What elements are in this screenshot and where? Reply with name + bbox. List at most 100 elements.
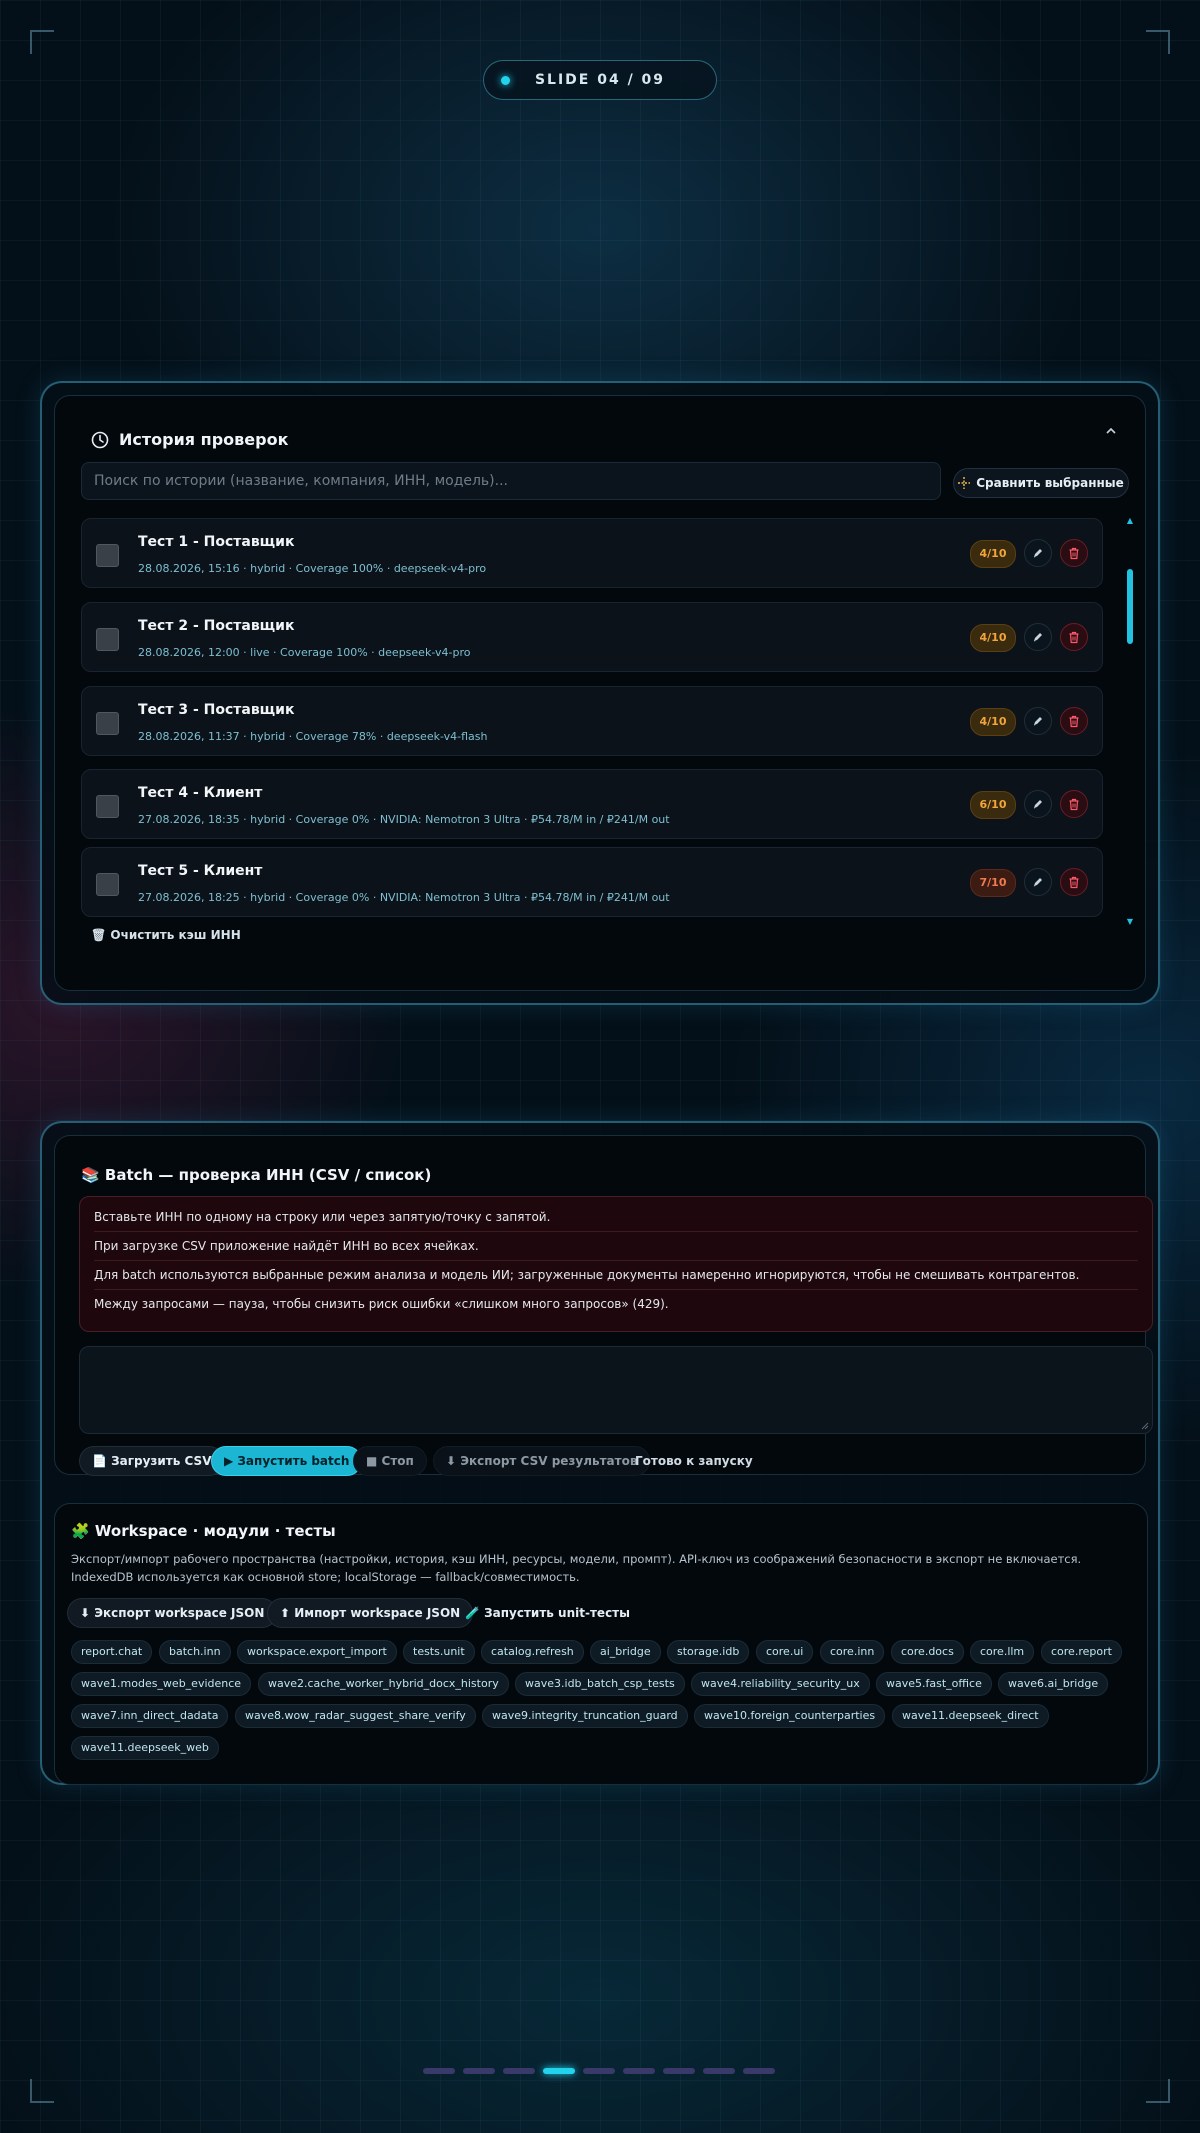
row-checkbox[interactable] xyxy=(96,712,119,735)
pager-dot[interactable] xyxy=(703,2068,735,2074)
history-row[interactable]: Тест 4 - Клиент 27.08.2026, 18:35 · hybri… xyxy=(81,769,1103,839)
batch-panel: 📚 Batch — проверка ИНН (CSV / список) Вс… xyxy=(54,1135,1153,1476)
module-chip: core.docs xyxy=(891,1640,964,1664)
collapse-chevron-icon[interactable] xyxy=(1101,424,1121,444)
pager-dot[interactable] xyxy=(623,2068,655,2074)
tools-card: 📚 Batch — проверка ИНН (CSV / список) Вс… xyxy=(40,1121,1160,1785)
edit-button[interactable] xyxy=(1024,868,1052,896)
row-title: Тест 5 - Клиент xyxy=(138,863,263,879)
row-checkbox[interactable] xyxy=(96,628,119,651)
history-header[interactable]: История проверок xyxy=(91,430,288,449)
pager-dot[interactable] xyxy=(423,2068,455,2074)
upload-csv-button[interactable]: 📄 Загрузить CSV xyxy=(79,1446,225,1476)
history-search-input[interactable] xyxy=(81,462,941,500)
pager-dot[interactable] xyxy=(583,2068,615,2074)
pager-dot[interactable] xyxy=(663,2068,695,2074)
pager-dot[interactable] xyxy=(503,2068,535,2074)
module-chip: catalog.refresh xyxy=(481,1640,584,1664)
module-chip: core.report xyxy=(1041,1640,1122,1664)
delete-button[interactable] xyxy=(1060,539,1088,567)
batch-info-line: Для batch используются выбранные режим а… xyxy=(94,1261,1138,1290)
history-row[interactable]: Тест 1 - Поставщик 28.08.2026, 15:16 · hy… xyxy=(81,518,1103,588)
history-row[interactable]: Тест 2 - Поставщик 28.08.2026, 12:00 · li… xyxy=(81,602,1103,672)
module-chip: wave10.foreign_counterparties xyxy=(694,1704,886,1728)
delete-button[interactable] xyxy=(1060,623,1088,651)
module-chip: wave9.integrity_truncation_guard xyxy=(482,1704,688,1728)
clear-inn-cache-button[interactable]: 🗑 Очистить кэш ИНН xyxy=(91,928,241,942)
resize-handle-icon[interactable] xyxy=(1141,1422,1149,1430)
slide-counter: SLIDE 04 / 09 xyxy=(534,72,666,88)
stop-button[interactable]: ■ Стоп xyxy=(353,1446,427,1476)
pager-dot[interactable] xyxy=(463,2068,495,2074)
score-badge: 6/10 xyxy=(970,791,1016,819)
module-chip: wave2.cache_worker_hybrid_docx_history xyxy=(258,1672,509,1696)
module-chip: tests.unit xyxy=(403,1640,475,1664)
edit-button[interactable] xyxy=(1024,539,1052,567)
module-chip: core.inn xyxy=(820,1640,885,1664)
batch-info-line: Между запросами — пауза, чтобы снизить р… xyxy=(94,1297,669,1311)
row-checkbox[interactable] xyxy=(96,873,119,896)
pencil-icon xyxy=(1033,878,1042,887)
scroll-down-arrow-icon[interactable]: ▼ xyxy=(1125,917,1135,926)
module-chip: wave7.inn_direct_dadata xyxy=(71,1704,229,1728)
pencil-icon xyxy=(1033,800,1042,809)
batch-title: 📚 Batch — проверка ИНН (CSV / список) xyxy=(81,1166,432,1184)
trash-icon xyxy=(1069,631,1079,643)
batch-info-line: Вставьте ИНН по одному на строку или чер… xyxy=(94,1203,1138,1232)
status-dot-icon xyxy=(501,75,510,85)
module-chip: storage.idb xyxy=(667,1640,750,1664)
corner-bracket xyxy=(1146,30,1170,54)
module-chip: core.llm xyxy=(970,1640,1035,1664)
edit-button[interactable] xyxy=(1024,623,1052,651)
module-chip: wave1.modes_web_evidence xyxy=(71,1672,252,1696)
delete-button[interactable] xyxy=(1060,790,1088,818)
edit-button[interactable] xyxy=(1024,790,1052,818)
row-title: Тест 2 - Поставщик xyxy=(138,618,295,634)
history-title: История проверок xyxy=(119,430,289,449)
delete-button[interactable] xyxy=(1060,868,1088,896)
corner-bracket xyxy=(1146,2079,1170,2103)
pager-dot[interactable] xyxy=(543,2068,575,2074)
score-badge: 4/10 xyxy=(970,624,1016,652)
export-csv-results-button[interactable]: ⬇ Экспорт CSV результатов xyxy=(433,1446,651,1476)
pencil-icon xyxy=(1033,633,1042,642)
history-scrollbar[interactable]: ▲ ▼ xyxy=(1127,516,1133,926)
pager-dot[interactable] xyxy=(743,2068,775,2074)
history-row[interactable]: Тест 3 - Поставщик 28.08.2026, 11:37 · hy… xyxy=(81,686,1103,756)
background-grid xyxy=(0,0,1200,2133)
row-title: Тест 4 - Клиент xyxy=(138,785,263,801)
run-batch-button[interactable]: ▶ Запустить batch xyxy=(211,1446,363,1476)
row-meta: 27.08.2026, 18:35 · hybrid · Coverage 0%… xyxy=(138,813,670,826)
row-meta: 28.08.2026, 15:16 · hybrid · Coverage 10… xyxy=(138,562,487,575)
edit-button[interactable] xyxy=(1024,707,1052,735)
module-chip: wave11.deepseek_direct xyxy=(892,1704,1049,1728)
export-workspace-json-button[interactable]: ⬇ Экспорт workspace JSON xyxy=(67,1598,278,1628)
scroll-up-arrow-icon[interactable]: ▲ xyxy=(1125,516,1135,525)
history-panel: История проверок Сравнить выбранные Тест… xyxy=(54,395,1146,991)
row-checkbox[interactable] xyxy=(96,544,119,567)
inn-list-textarea[interactable] xyxy=(79,1346,1153,1434)
pencil-icon xyxy=(1033,549,1042,558)
trash-icon xyxy=(1069,715,1079,727)
row-meta: 28.08.2026, 11:37 · hybrid · Coverage 78… xyxy=(138,730,488,743)
module-chip: ai_bridge xyxy=(590,1640,661,1664)
module-chip: wave5.fast_office xyxy=(876,1672,992,1696)
row-checkbox[interactable] xyxy=(96,795,119,818)
history-row[interactable]: Тест 5 - Клиент 27.08.2026, 18:25 · hybri… xyxy=(81,847,1103,917)
module-chip: wave11.deepseek_web xyxy=(71,1736,219,1760)
module-chip: wave6.ai_bridge xyxy=(998,1672,1109,1696)
import-workspace-json-button[interactable]: ⬆ Импорт workspace JSON xyxy=(267,1598,474,1628)
delete-button[interactable] xyxy=(1060,707,1088,735)
scrollbar-thumb[interactable] xyxy=(1127,569,1133,644)
row-meta: 27.08.2026, 18:25 · hybrid · Coverage 0%… xyxy=(138,891,670,904)
row-title: Тест 1 - Поставщик xyxy=(138,534,295,550)
workspace-description: Экспорт/импорт рабочего пространства (на… xyxy=(71,1552,1082,1584)
corner-bracket xyxy=(30,2079,54,2103)
run-unit-tests-button[interactable]: 🧪 Запустить unit-тесты xyxy=(453,1598,642,1628)
row-title: Тест 3 - Поставщик xyxy=(138,702,295,718)
pencil-icon xyxy=(1033,717,1042,726)
slide-indicator: SLIDE 04 / 09 xyxy=(483,60,717,100)
compare-selected-button[interactable]: Сравнить выбранные xyxy=(953,468,1129,498)
module-chip: wave4.reliability_security_ux xyxy=(691,1672,870,1696)
score-badge: 7/10 xyxy=(970,869,1016,897)
